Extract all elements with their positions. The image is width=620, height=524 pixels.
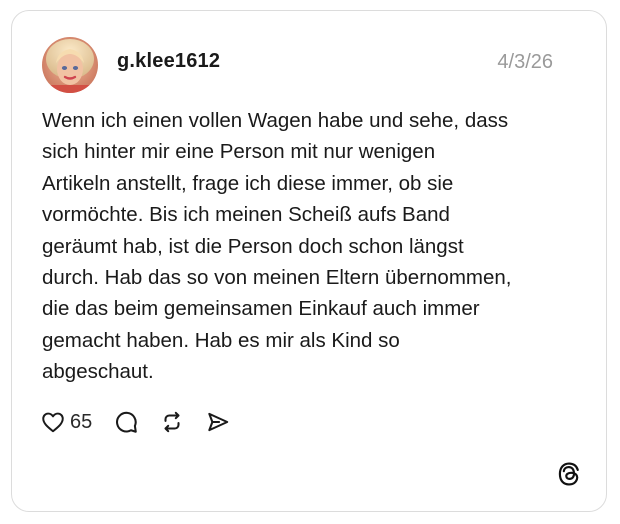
threads-logo-icon [556, 461, 582, 487]
share-icon [208, 412, 229, 432]
share-button[interactable] [205, 409, 231, 435]
post-text-line: vormöchte. Bis ich meinen Scheiß aufs Ba… [42, 203, 450, 227]
post-text-line: durch. Hab das so von meinen Eltern über… [42, 266, 512, 290]
post-text-line: Artikeln anstellt, frage ich diese immer… [42, 171, 454, 195]
heart-icon [42, 412, 64, 433]
comment-button[interactable] [113, 409, 139, 435]
post-text-line: geräumt hab, ist die Person doch schon l… [42, 234, 464, 258]
post-text: Wenn ich einen vollen Wagen habe und seh… [42, 105, 582, 388]
post-text-line: die das beim gemeinsamen Einkauf auch im… [42, 297, 480, 321]
like-button[interactable]: 65 [40, 409, 92, 435]
comment-icon [116, 411, 138, 433]
post-text-line: gemacht haben. Hab es mir als Kind so [42, 328, 400, 352]
like-count: 65 [70, 410, 93, 433]
post-text-line: Wenn ich einen vollen Wagen habe und seh… [42, 109, 509, 132]
repost-button[interactable] [159, 409, 185, 435]
avatar[interactable] [42, 37, 98, 93]
post-text-line: abgeschaut. [42, 360, 154, 384]
repost-icon [164, 411, 180, 433]
post-timestamp: 4/3/26 [497, 51, 553, 73]
avatar-image [42, 37, 98, 93]
post-actions: 65 [40, 407, 231, 437]
post-text-line: sich hinter mir eine Person mit nur weni… [42, 140, 436, 164]
username[interactable]: g.klee1612 [117, 50, 220, 73]
post-card: g.klee1612 4/3/26 Wenn ich einen vollen … [11, 10, 607, 512]
